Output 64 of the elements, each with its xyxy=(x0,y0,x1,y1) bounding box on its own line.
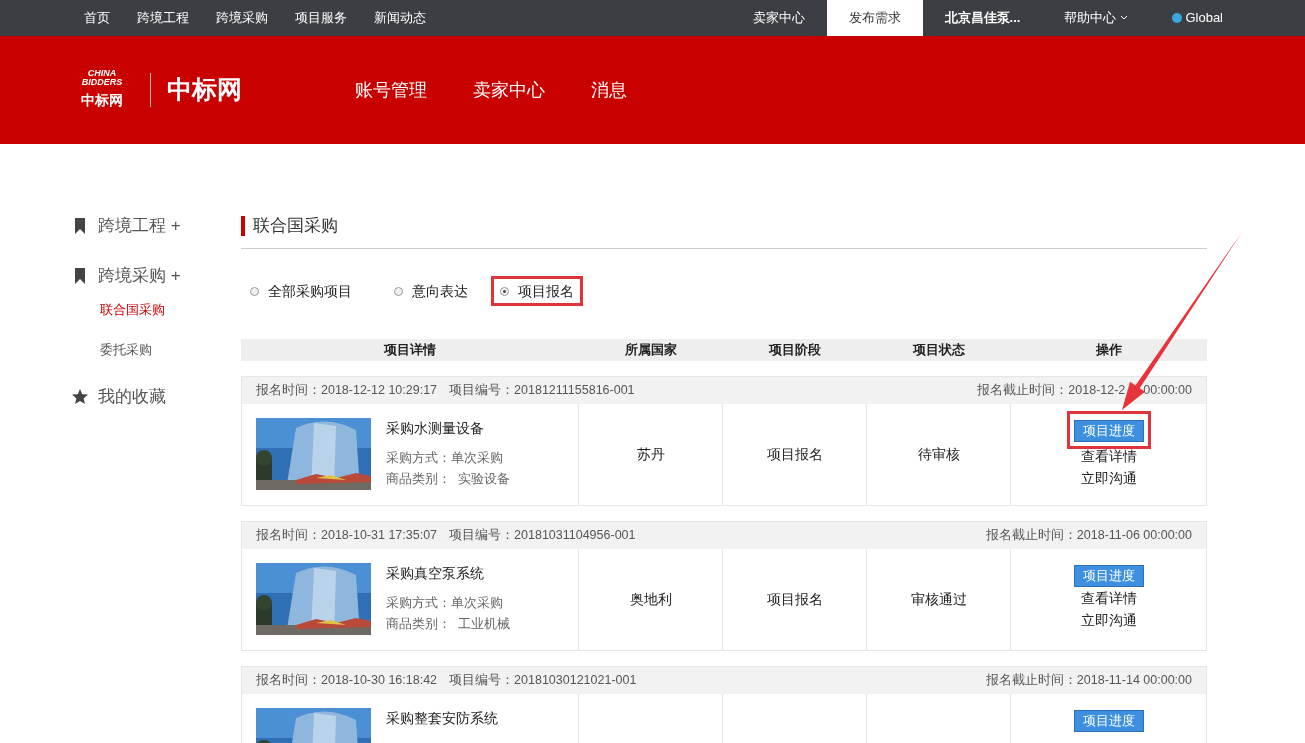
deadline-time: 00:00:00 xyxy=(1143,382,1192,400)
radio-button[interactable] xyxy=(500,286,509,296)
table-cell-text: 奥地利 xyxy=(629,590,672,609)
deadline: 报名截止时间：2018-12-2 xyxy=(977,382,1126,400)
site-name: 中标网 xyxy=(167,74,242,106)
purchase-method: 采购方式：单次采购 xyxy=(386,595,504,612)
column-header: 项目状态 xyxy=(911,341,966,360)
section-title: 联合国采购 xyxy=(253,215,338,238)
header-nav-link[interactable]: 账号管理 xyxy=(355,76,427,104)
logo-text: 中标网 xyxy=(81,91,123,110)
logo-wordmark: CHINA BIDDERS xyxy=(80,69,124,87)
table-cell-text: 审核通过 xyxy=(910,590,967,609)
column-header: 项目阶段 xyxy=(767,341,822,360)
nav-link[interactable]: 北京昌佳泵... xyxy=(922,0,1043,36)
action-link[interactable]: 查看详情 xyxy=(1080,587,1137,609)
radio-option[interactable]: 意向表达 xyxy=(394,280,468,302)
bookmark-icon xyxy=(72,268,88,284)
radio-button[interactable] xyxy=(394,286,403,296)
globe-icon xyxy=(1172,13,1183,23)
nav-link[interactable]: 跨境采购 xyxy=(216,8,268,28)
nav-link[interactable]: 跨境工程 xyxy=(137,8,189,28)
project-title[interactable]: 采购水测量设备 xyxy=(386,418,510,439)
sidebar-item[interactable]: 跨境采购 + xyxy=(98,263,181,289)
nav-link[interactable]: 帮助中心 xyxy=(1042,0,1151,36)
nav-link[interactable]: 发布需求 xyxy=(826,0,923,36)
column-header: 所属国家 xyxy=(624,341,678,360)
column-header: 操作 xyxy=(1095,341,1123,360)
table-cell-text: 苏丹 xyxy=(636,445,665,464)
nav-link[interactable]: 卖家中心 xyxy=(730,0,827,36)
action-link[interactable]: 查看详情 xyxy=(1080,445,1137,467)
signup-time: 报名时间：2018-12-12 10:29:17 xyxy=(256,382,438,400)
table-cell-text: 项目报名 xyxy=(766,590,823,609)
bookmark-icon xyxy=(72,218,88,234)
header-nav-link[interactable]: 卖家中心 xyxy=(473,76,545,104)
header-nav-link[interactable]: 消息 xyxy=(591,76,627,104)
project-title[interactable]: 采购整套安防系统 xyxy=(386,708,498,729)
action-link[interactable]: 立即沟通 xyxy=(1080,609,1137,631)
project-number: 项目编号：20181030121021-001 xyxy=(449,672,637,690)
radio-button[interactable] xyxy=(250,286,259,296)
chevron-down-icon xyxy=(1120,15,1129,21)
sidebar-item[interactable]: 我的收藏 xyxy=(98,384,166,410)
signup-time: 报名时间：2018-10-31 17:35:07 xyxy=(256,527,438,545)
sidebar-item[interactable]: 跨境工程 + xyxy=(98,213,181,239)
nav-link[interactable]: 新闻动态 xyxy=(374,8,426,28)
nav-link[interactable]: 项目服务 xyxy=(295,8,347,28)
project-title[interactable]: 采购真空泵系统 xyxy=(386,563,510,584)
deadline: 报名截止时间：2018-11-06 00:00:00 xyxy=(985,527,1192,545)
deadline: 报名截止时间：2018-11-14 00:00:00 xyxy=(985,672,1192,690)
project-number: 项目编号：20181031104956-001 xyxy=(449,527,636,545)
product-category: 商品类别： 工业机械 xyxy=(386,615,510,633)
nav-link[interactable]: Global xyxy=(1150,0,1245,36)
purchase-method: 采购方式：单次采购 xyxy=(386,450,504,467)
star-icon xyxy=(72,389,88,405)
action-link[interactable]: 立即沟通 xyxy=(1080,467,1137,489)
table-cell-text: 待审核 xyxy=(917,445,960,464)
product-category: 商品类别： 实验设备 xyxy=(386,470,510,488)
signup-time: 报名时间：2018-10-30 16:18:42 xyxy=(256,672,438,690)
project-number: 项目编号：20181211155816-001 xyxy=(449,382,635,400)
sidebar-subitem[interactable]: 联合国采购 xyxy=(100,300,241,320)
nav-link[interactable]: 首页 xyxy=(84,8,110,28)
table-cell-text: 项目报名 xyxy=(766,445,823,464)
radio-option[interactable]: 全部采购项目 xyxy=(250,280,352,302)
sidebar-subitem[interactable]: 委托采购 xyxy=(100,339,241,359)
column-header: 项目详情 xyxy=(382,341,437,360)
